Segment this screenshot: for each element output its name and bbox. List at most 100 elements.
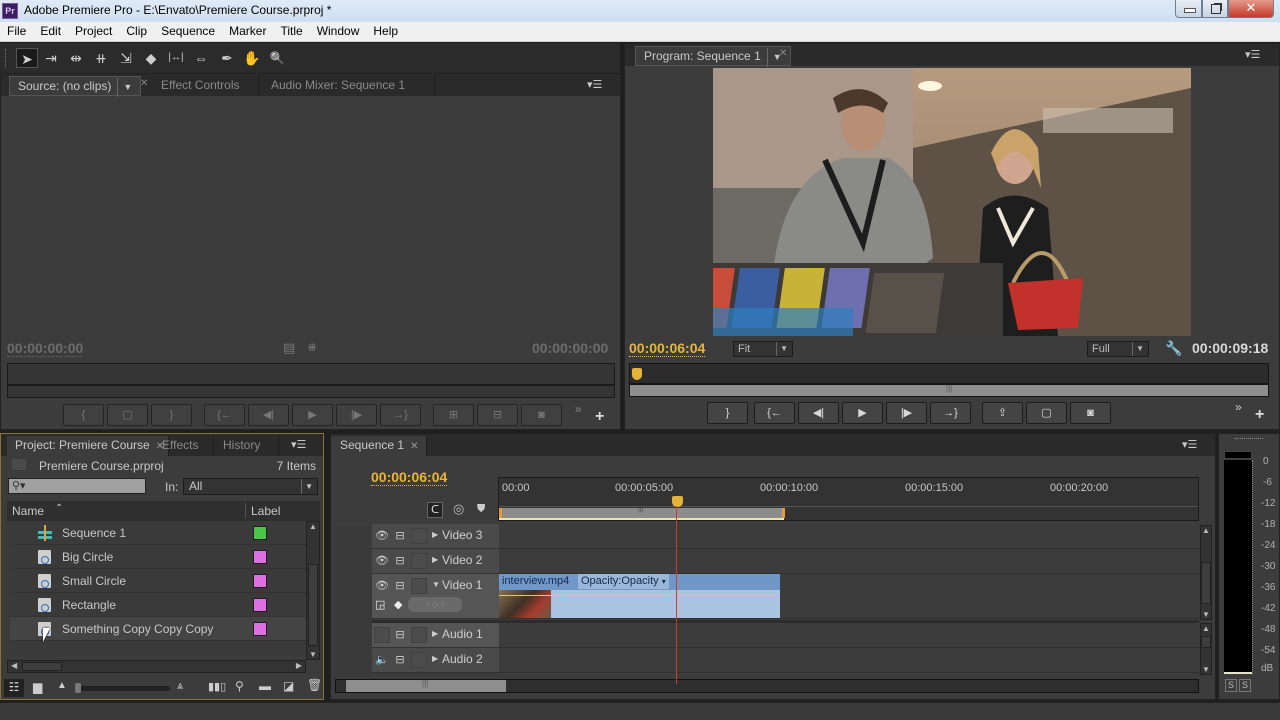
timeline-clip[interactable]: interview.mp4 Opacity:Opacity ▾ xyxy=(499,574,780,618)
scroll-up-icon[interactable]: ▲ xyxy=(1202,624,1210,633)
restore-button[interactable] xyxy=(1202,0,1228,18)
play-button[interactable]: ▶ xyxy=(292,404,333,426)
button-editor-plus-icon[interactable]: + xyxy=(1255,406,1264,424)
label-color-swatch[interactable] xyxy=(253,574,267,588)
eye-toggle-icon[interactable]: 👁 xyxy=(374,578,390,594)
project-search-input[interactable]: ⚲▾ xyxy=(8,478,146,494)
effect-property-dropdown[interactable]: Opacity:Opacity ▾ xyxy=(578,574,669,589)
slider-handle[interactable] xyxy=(75,683,81,693)
column-divider[interactable] xyxy=(245,503,246,518)
selection-tool-icon[interactable]: ➤ xyxy=(16,48,38,68)
solo-right-button[interactable]: S xyxy=(1239,679,1251,692)
close-button[interactable]: ✕ xyxy=(1228,0,1274,18)
go-to-in-button[interactable]: {← xyxy=(204,404,245,426)
program-time-ruler[interactable] xyxy=(629,363,1269,384)
menu-file[interactable]: File xyxy=(0,22,33,38)
speaker-icon[interactable]: 🔈 xyxy=(374,652,390,668)
mark-clip-button[interactable]: ▢ xyxy=(107,404,148,426)
expand-triangle-icon[interactable]: ▶ xyxy=(432,555,438,564)
close-tab-icon[interactable]: ✕ xyxy=(140,78,148,89)
display-style-icon[interactable]: ◲ xyxy=(375,598,385,611)
scroll-thumb[interactable] xyxy=(1201,562,1211,604)
list-item[interactable]: Something Copy Copy Copy xyxy=(10,617,306,641)
eye-toggle-icon[interactable]: 👁 xyxy=(374,528,390,544)
slip-tool-icon[interactable]: |↔| xyxy=(165,48,187,68)
snap-toggle-icon[interactable]: ᑕ xyxy=(427,502,443,518)
program-video-frame[interactable] xyxy=(713,68,1191,336)
audio-tracks-scrollbar[interactable]: ▲ ▼ xyxy=(1200,623,1212,675)
zoom-in-icon[interactable]: ⩓ xyxy=(177,680,183,693)
mark-out-button[interactable]: } xyxy=(151,404,192,426)
new-item-icon[interactable]: ◪ xyxy=(283,679,294,693)
expand-triangle-icon[interactable]: ▶ xyxy=(432,629,438,638)
track-lane-audio-1[interactable] xyxy=(499,623,1201,648)
source-zoom-bar[interactable] xyxy=(7,385,615,398)
insert-button[interactable]: ⊞ xyxy=(433,404,474,426)
solo-left-button[interactable]: S xyxy=(1225,679,1237,692)
panel-menu-icon[interactable]: ▾☰ xyxy=(291,438,306,451)
list-item[interactable]: Rectangle xyxy=(10,593,306,617)
in-filter-select[interactable]: All ▼ xyxy=(183,478,318,495)
settings-wrench-icon[interactable]: 🔧 xyxy=(1165,340,1182,357)
mark-out-button[interactable]: } xyxy=(707,402,748,424)
mark-in-button[interactable]: { xyxy=(63,404,104,426)
scroll-thumb[interactable] xyxy=(1201,636,1211,648)
ripple-edit-tool-icon[interactable]: ⇹ xyxy=(65,48,87,68)
menu-window[interactable]: Window xyxy=(310,22,367,38)
sync-lock-icon[interactable]: ⊟ xyxy=(392,578,408,594)
scroll-down-icon[interactable]: ▼ xyxy=(1202,665,1210,674)
track-lane-video-1[interactable]: interview.mp4 Opacity:Opacity ▾ xyxy=(499,574,1201,619)
column-name-header[interactable]: Name xyxy=(12,504,44,518)
delete-trash-icon[interactable]: 🗑 xyxy=(307,678,322,692)
track-header-audio-1[interactable]: ⊟ ▶ Audio 1 xyxy=(372,623,499,648)
track-header-video-3[interactable]: 👁 ⊟ ▶ Video 3 xyxy=(372,524,499,549)
timeline-zoom-thumb[interactable]: ||| xyxy=(346,679,506,692)
export-frame-button[interactable]: ◙ xyxy=(521,404,562,426)
playback-resolution-select[interactable]: Full ▼ xyxy=(1087,341,1149,357)
expand-triangle-icon[interactable]: ▶ xyxy=(432,530,438,539)
program-zoom-scroll-bar[interactable]: ||| xyxy=(629,384,1269,397)
keyframe-navigator[interactable]: ‹ ◇ › xyxy=(408,597,462,612)
menu-project[interactable]: Project xyxy=(68,22,119,38)
go-to-out-button[interactable]: →} xyxy=(930,402,971,424)
more-buttons-icon[interactable]: » xyxy=(575,402,582,416)
panel-menu-icon[interactable]: ▾☰ xyxy=(1245,48,1260,61)
scroll-down-icon[interactable]: ▼ xyxy=(309,650,317,659)
timeline-playhead-marker[interactable] xyxy=(672,496,683,507)
zoom-tool-icon[interactable]: 🔍 xyxy=(266,48,288,68)
program-playhead-marker[interactable] xyxy=(632,368,642,380)
track-select-tool-icon[interactable]: ⇥ xyxy=(40,48,62,68)
extract-button[interactable]: ▢ xyxy=(1026,402,1067,424)
timeline-current-timecode[interactable]: 00:00:06:04 xyxy=(371,469,448,486)
panel-grip[interactable] xyxy=(5,49,8,67)
menu-clip[interactable]: Clip xyxy=(119,22,154,38)
add-marker-icon[interactable]: ⛊ xyxy=(477,503,485,516)
close-tab-icon[interactable]: ✕ xyxy=(410,441,418,452)
button-editor-plus-icon[interactable]: + xyxy=(595,408,604,426)
collapse-triangle-icon[interactable]: ▼ xyxy=(432,580,440,589)
video-tracks-scrollbar[interactable]: ▲ ▼ xyxy=(1200,525,1212,620)
rate-stretch-tool-icon[interactable]: ⇲ xyxy=(115,48,137,68)
minimize-button[interactable] xyxy=(1175,0,1202,18)
column-label-header[interactable]: Label xyxy=(251,504,280,518)
track-lane-video-2[interactable] xyxy=(499,549,1201,574)
speaker-toggle[interactable] xyxy=(374,627,390,643)
timeline-zoom-scrollbar[interactable]: ||| xyxy=(335,679,1199,693)
tab-effects[interactable]: Effects xyxy=(154,436,214,456)
track-lane-audio-2[interactable] xyxy=(499,648,1201,673)
step-forward-button[interactable]: |▶ xyxy=(336,404,377,426)
drag-video-icon[interactable]: ▤ xyxy=(283,340,295,356)
panel-menu-icon[interactable]: ▾☰ xyxy=(587,78,602,91)
sync-lock-icon[interactable]: ⊟ xyxy=(392,528,408,544)
scroll-thumb[interactable] xyxy=(22,662,62,671)
track-lock-toggle[interactable] xyxy=(411,627,427,643)
eye-toggle-icon[interactable]: 👁 xyxy=(374,553,390,569)
tab-audio-mixer[interactable]: Audio Mixer: Sequence 1 xyxy=(263,76,435,96)
new-bin-icon[interactable]: ▬ xyxy=(259,679,271,693)
track-header-audio-2[interactable]: 🔈 ⊟ ▶ Audio 2 xyxy=(372,648,499,673)
close-tab-icon[interactable]: ✕ xyxy=(779,48,787,59)
menu-title[interactable]: Title xyxy=(273,22,309,38)
step-back-button[interactable]: ◀| xyxy=(248,404,289,426)
peak-indicators[interactable] xyxy=(1224,451,1252,459)
track-lane-video-3[interactable] xyxy=(499,524,1201,549)
